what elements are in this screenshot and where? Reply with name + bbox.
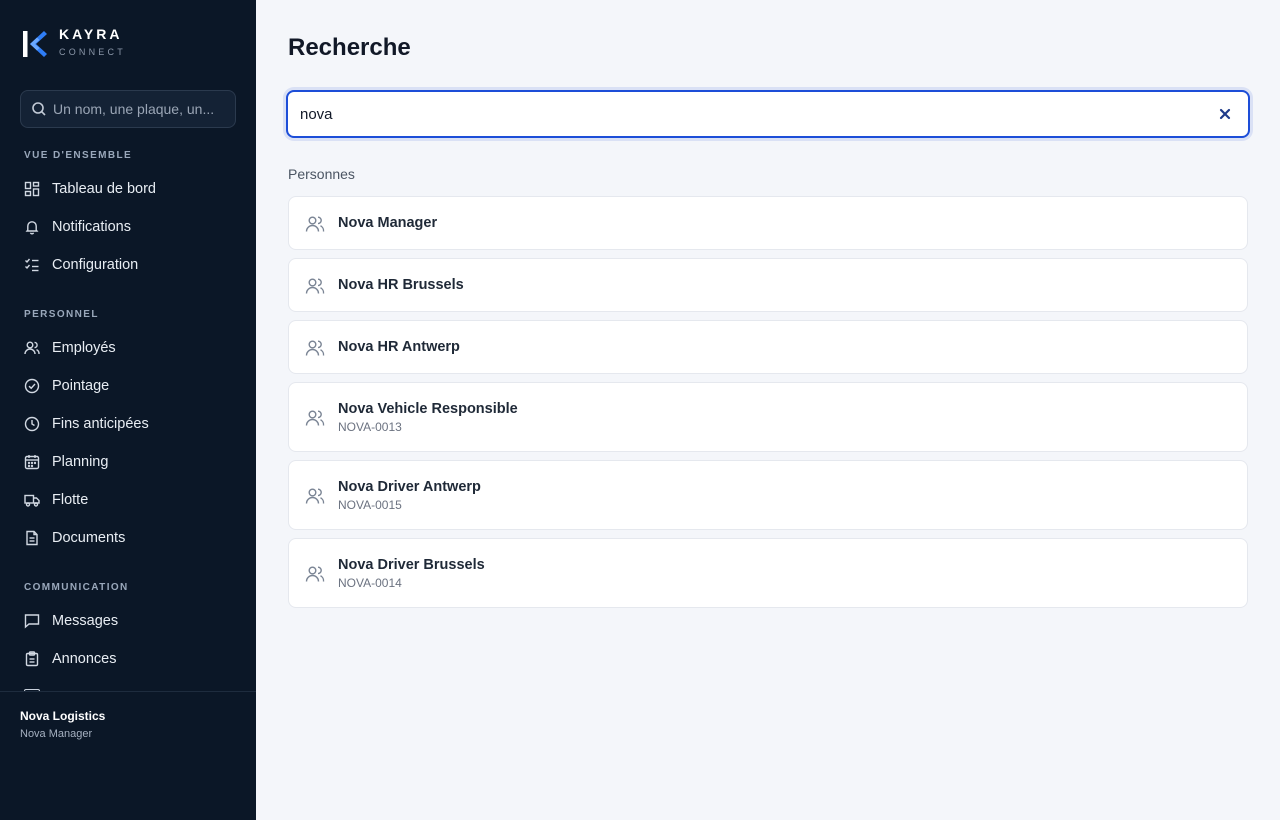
org-name: Nova Logistics [20, 709, 106, 723]
sidebar-item-documents[interactable]: Documents [24, 526, 125, 550]
sidebar-item-label: Configuration [52, 257, 139, 273]
document-icon [26, 530, 38, 546]
sidebar: KAYRA CONNECT VUE D'ENSEMBLE Tableau de … [0, 0, 256, 820]
sidebar-item-planning[interactable]: Planning [24, 450, 108, 474]
sidebar-item-messages[interactable]: Messages [24, 609, 118, 633]
sidebar-item-label: Messages [52, 613, 119, 629]
section-label-personnel: PERSONNEL [24, 309, 99, 320]
sidebar-item-employes[interactable]: Employés [24, 336, 116, 360]
brand-name: KAYRA [59, 26, 123, 42]
main-content: Recherche Personnes Nova Manager Nova HR… [256, 0, 1280, 820]
main-search [286, 90, 1250, 138]
calendar-icon [24, 455, 40, 470]
current-user: Nova Manager [20, 728, 93, 740]
sidebar-item-label: Annonces [52, 651, 117, 667]
sidebar-item-configuration[interactable]: Configuration [24, 253, 138, 277]
result-name: Nova HR Antwerp [338, 339, 460, 355]
bell-icon [25, 221, 39, 235]
sidebar-item-dashboard[interactable]: Tableau de bord [24, 177, 156, 201]
result-item[interactable]: Nova Driver Brussels NOVA-0014 [288, 538, 1248, 608]
result-item[interactable]: Nova HR Brussels [288, 258, 1248, 312]
sidebar-item-label: Employés [52, 340, 116, 356]
close-icon [1219, 108, 1231, 120]
sidebar-item-label: Pointage [52, 378, 110, 394]
result-name: Nova Driver Brussels [338, 557, 485, 573]
result-item[interactable]: Nova Vehicle Responsible NOVA-0013 [288, 382, 1248, 452]
truck-icon [24, 494, 40, 507]
sidebar-search [20, 90, 236, 128]
sidebar-item-flotte[interactable]: Flotte [24, 488, 88, 512]
result-name: Nova HR Brussels [338, 277, 464, 293]
users-icon [24, 341, 40, 355]
sidebar-item-label: Tableau de bord [52, 181, 156, 197]
search-input[interactable] [300, 105, 1180, 123]
result-id: NOVA-0014 [338, 576, 402, 590]
users-icon [305, 410, 325, 426]
dashboard-icon [24, 181, 40, 197]
result-id: NOVA-0015 [338, 498, 402, 512]
result-name: Nova Driver Antwerp [338, 479, 481, 495]
users-icon [305, 566, 325, 582]
result-item[interactable]: Nova Driver Antwerp NOVA-0015 [288, 460, 1248, 530]
brand-subtitle: CONNECT [59, 47, 126, 57]
sidebar-item-notifications[interactable]: Notifications [24, 215, 131, 239]
page-title: Recherche [288, 34, 411, 61]
checklist-icon [25, 258, 39, 272]
search-icon [32, 102, 46, 116]
users-icon [305, 488, 325, 504]
result-item[interactable]: Nova HR Antwerp [288, 320, 1248, 374]
sidebar-item-pointage[interactable]: Pointage [24, 374, 109, 398]
check-circle-icon [24, 378, 40, 394]
sidebar-item-label: Flotte [52, 492, 89, 508]
users-icon [305, 278, 325, 294]
result-item[interactable]: Nova Manager [288, 196, 1248, 250]
sidebar-item-label: Notifications [52, 219, 131, 235]
users-icon [305, 216, 325, 232]
result-name: Nova Manager [338, 215, 438, 231]
brand[interactable]: KAYRA CONNECT [22, 26, 126, 59]
message-icon [24, 614, 40, 629]
sidebar-item-label: Fins anticipées [52, 416, 149, 432]
sidebar-item-fins-anticipees[interactable]: Fins anticipées [24, 412, 149, 436]
result-id: NOVA-0013 [338, 420, 402, 434]
sidebar-item-annonces[interactable]: Annonces [24, 647, 117, 671]
clock-icon [24, 416, 40, 432]
sidebar-item-label: Documents [52, 530, 126, 546]
sidebar-footer: Nova Logistics Nova Manager [0, 691, 256, 820]
clear-search-button[interactable] [1216, 105, 1234, 123]
users-icon [305, 340, 325, 356]
kayra-logo-icon [23, 31, 47, 57]
results-group-label: Personnes [288, 166, 355, 182]
section-label-communication: COMMUNICATION [24, 582, 129, 593]
clipboard-icon [25, 651, 39, 667]
result-name: Nova Vehicle Responsible [338, 401, 518, 417]
sidebar-search-input[interactable] [53, 101, 213, 117]
section-label-overview: VUE D'ENSEMBLE [24, 150, 133, 161]
sidebar-item-label: Planning [52, 454, 109, 470]
